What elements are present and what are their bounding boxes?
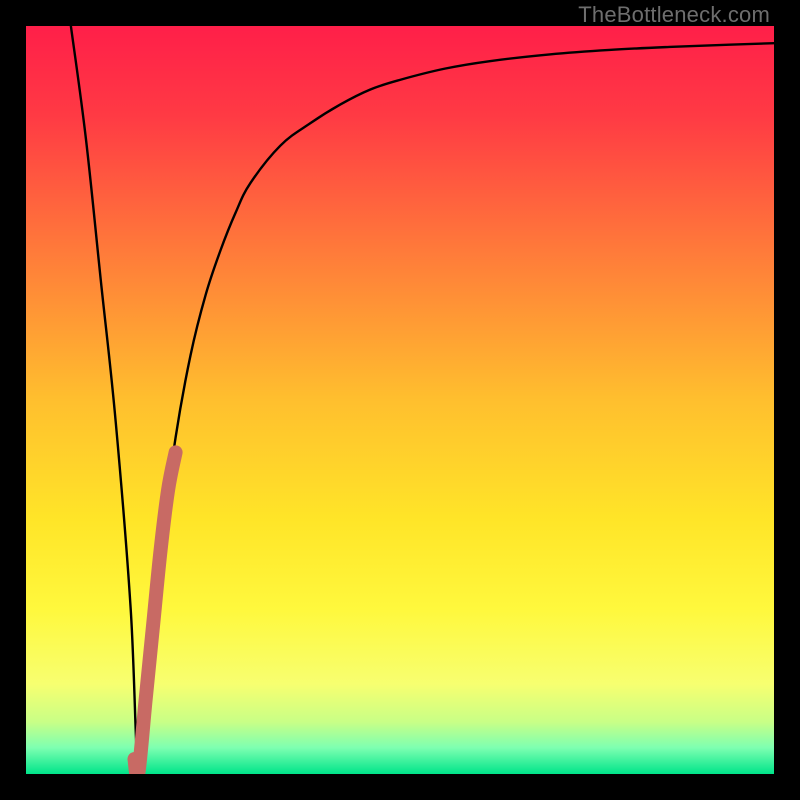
optimal-highlight [134,452,175,774]
bottleneck-curve [71,26,774,774]
chart-stage: TheBottleneck.com [0,0,800,800]
plot-area [26,26,774,774]
watermark-text: TheBottleneck.com [578,2,770,28]
curve-layer [26,26,774,774]
